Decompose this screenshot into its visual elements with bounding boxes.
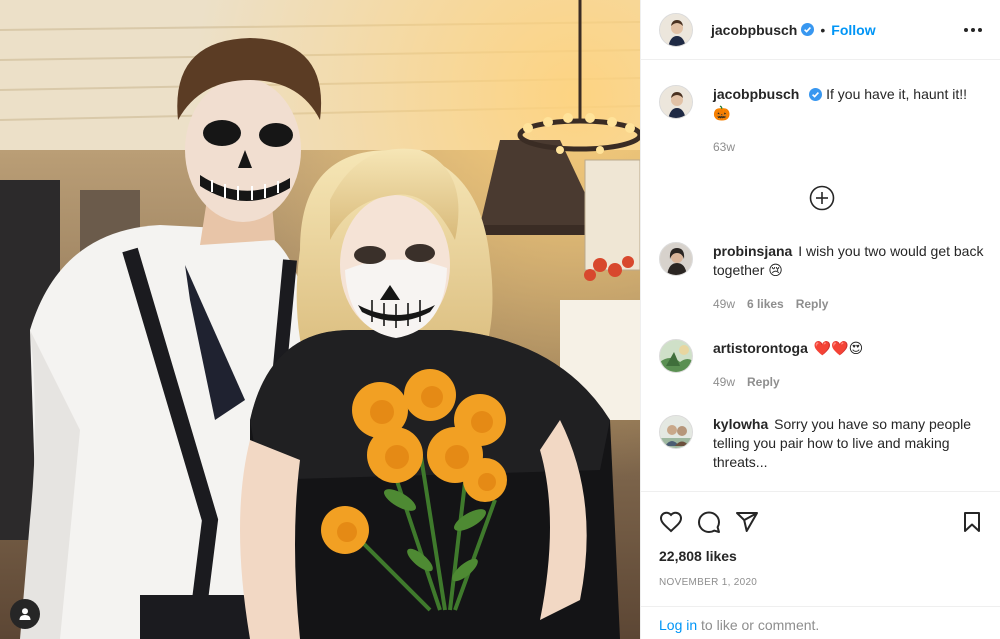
comment-body: probinsjana I wish you two would get bac… [713, 242, 984, 314]
caption: jacobpbusch If you have it, haunt it!! 🎃… [659, 85, 984, 157]
comment-body: kylowha Sorry you have so many people te… [713, 415, 984, 472]
more-options-icon [964, 27, 968, 32]
separator-dot: • [820, 21, 826, 38]
post-photo[interactable] [0, 0, 640, 639]
login-suffix: to like or comment. [701, 617, 820, 633]
caption-username[interactable]: jacobpbusch [713, 86, 799, 102]
comment-item: kylowha Sorry you have so many people te… [659, 415, 984, 472]
commenter-username[interactable]: artistorontoga [713, 340, 808, 356]
author-avatar[interactable] [659, 12, 693, 47]
comment-meta: 49w 6 likes Reply [713, 295, 984, 314]
reply-button[interactable]: Reply [747, 373, 780, 392]
author-username[interactable]: jacobpbusch [711, 22, 797, 38]
commenter-avatar[interactable] [659, 339, 693, 373]
user-tag-icon [19, 608, 31, 620]
login-link[interactable]: Log in [659, 617, 697, 633]
post-date[interactable]: November 1, 2020 [659, 577, 757, 588]
likes-count[interactable]: 22,808 likes [659, 548, 737, 564]
comment-text: ❤️❤️😍 [813, 340, 864, 356]
post-actions [641, 491, 1000, 539]
comment-body: artistorontoga ❤️❤️😍 49w Reply [713, 339, 984, 392]
share-icon [736, 511, 758, 532]
verified-badge-icon [809, 88, 823, 101]
caption-timestamp[interactable]: 63w [713, 138, 735, 157]
caption-emoji: 🎃 [713, 105, 731, 121]
load-more-comments-button[interactable] [809, 185, 835, 211]
post-side-panel: jacobpbusch • Follow jacobpbusch If you … [640, 0, 1000, 639]
share-button[interactable] [735, 510, 759, 534]
heart-icon [659, 511, 683, 532]
caption-meta: 63w [713, 138, 984, 157]
author-avatar[interactable] [659, 85, 693, 119]
caption-body: jacobpbusch If you have it, haunt it!! 🎃… [713, 85, 984, 157]
bookmark-icon [964, 511, 980, 532]
comment-likes-link[interactable]: 6 likes [747, 295, 784, 314]
commenter-username[interactable]: kylowha [713, 416, 768, 432]
load-more-comments-icon [809, 185, 835, 211]
caption-text: If you have it, haunt it!! [826, 86, 968, 102]
comment-icon [698, 511, 720, 533]
commenter-username[interactable]: probinsjana [713, 243, 792, 259]
verified-badge-icon [801, 23, 815, 36]
save-button[interactable] [960, 510, 984, 534]
login-prompt: Log in to like or comment. [641, 606, 1000, 639]
commenter-avatar[interactable] [659, 415, 693, 449]
comment-item: artistorontoga ❤️❤️😍 49w Reply [659, 339, 984, 392]
comment-button[interactable] [697, 510, 721, 534]
like-button[interactable] [659, 510, 683, 534]
commenter-avatar[interactable] [659, 242, 693, 276]
comment-timestamp[interactable]: 49w [713, 373, 735, 392]
user-tag-button[interactable] [10, 599, 40, 629]
post-image [0, 0, 640, 639]
comments-section: jacobpbusch If you have it, haunt it!! 🎃… [641, 61, 1000, 491]
comment-meta: 49w Reply [713, 373, 984, 392]
comment-item: probinsjana I wish you two would get bac… [659, 242, 984, 314]
comment-timestamp[interactable]: 49w [713, 295, 735, 314]
more-options-button[interactable] [962, 22, 984, 38]
reply-button[interactable]: Reply [796, 295, 829, 314]
follow-button[interactable]: Follow [831, 22, 875, 38]
post-header: jacobpbusch • Follow [641, 0, 1000, 60]
